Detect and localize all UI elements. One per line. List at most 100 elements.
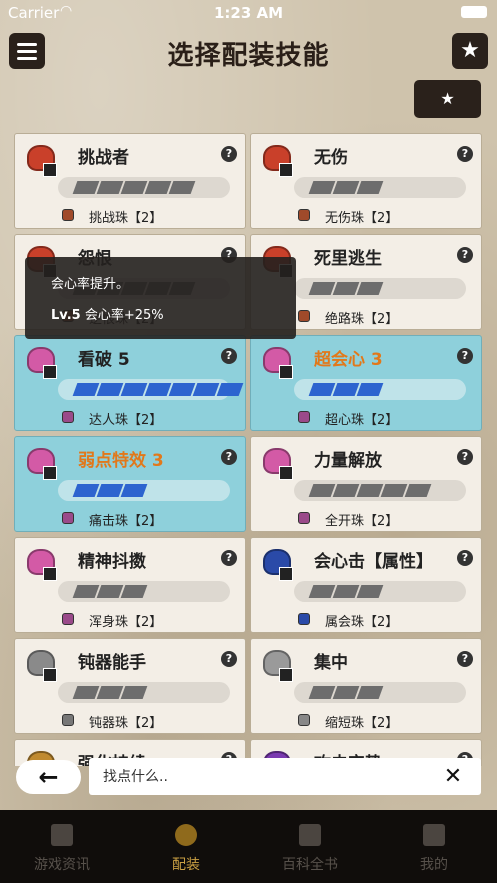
skill-icon	[257, 543, 293, 581]
help-icon[interactable]: ?	[457, 247, 473, 263]
level-segment	[308, 585, 336, 598]
status-time: 1:23 AM	[213, 4, 284, 22]
tab-icon	[51, 824, 73, 846]
level-segment	[120, 585, 148, 598]
level-segment	[120, 686, 148, 699]
level-segment	[120, 383, 148, 396]
skill-card[interactable]: 看破 5? 达人珠【2】	[14, 335, 246, 431]
skill-level-bar	[294, 581, 466, 602]
search-input[interactable]	[89, 758, 481, 795]
jewel-name: 挑战珠【2】	[89, 211, 163, 226]
level-segment	[332, 484, 360, 497]
help-icon[interactable]: ?	[221, 348, 237, 364]
level-segment	[96, 484, 124, 497]
help-icon[interactable]: ?	[457, 348, 473, 364]
level-segment	[332, 383, 360, 396]
skill-icon	[257, 644, 293, 682]
favorites-filter-button[interactable]: ★	[414, 80, 481, 118]
skill-level-bar	[58, 177, 230, 198]
level-segment	[356, 484, 384, 497]
help-icon[interactable]: ?	[457, 449, 473, 465]
skill-level-bar	[294, 177, 466, 198]
skill-level-bar	[58, 682, 230, 703]
level-segment	[356, 282, 384, 295]
level-segment	[168, 181, 196, 194]
skill-name: 弱点特效 3	[78, 451, 164, 471]
tab-item[interactable]: 游戏资讯	[0, 810, 124, 883]
level-segment	[72, 181, 100, 194]
skill-name: 集中	[314, 653, 348, 673]
jewel-icon	[298, 310, 310, 322]
level-segment	[380, 484, 408, 497]
level-segment	[72, 585, 100, 598]
jewel-name: 超心珠【2】	[325, 413, 399, 428]
favorite-star-button[interactable]: ★	[452, 33, 488, 69]
tooltip-level-line: Lv.5 会心率+25%	[51, 304, 270, 323]
skill-card[interactable]: 钝器能手? 钝器珠【2】	[14, 638, 246, 734]
jewel-name: 钝器珠【2】	[89, 716, 163, 731]
skill-level-bar	[294, 480, 466, 501]
skill-level-bar	[294, 379, 466, 400]
help-icon[interactable]: ?	[457, 550, 473, 566]
arrow-left-icon: ←	[38, 763, 59, 791]
skill-icon	[21, 644, 57, 682]
skill-card[interactable]: 会心击【属性】? 属会珠【2】	[250, 537, 482, 633]
jewel-icon	[298, 209, 310, 221]
skill-card[interactable]: 弱点特效 3? 痛击珠【2】	[14, 436, 246, 532]
help-icon[interactable]: ?	[221, 146, 237, 162]
help-icon[interactable]: ?	[221, 651, 237, 667]
skill-icon	[257, 442, 293, 480]
skill-card[interactable]: 超会心 3? 超心珠【2】	[250, 335, 482, 431]
jewel-icon	[62, 613, 74, 625]
status-bar: Carrier ◠ 1:23 AM	[0, 0, 497, 24]
help-icon[interactable]: ?	[221, 550, 237, 566]
skill-name: 力量解放	[314, 451, 382, 471]
skill-card[interactable]: 集中? 缩短珠【2】	[250, 638, 482, 734]
level-segment	[96, 686, 124, 699]
jewel-name: 绝路珠【2】	[325, 312, 399, 327]
tab-item[interactable]: 配装	[124, 810, 248, 883]
skill-card[interactable]: 力量解放? 全开珠【2】	[250, 436, 482, 532]
level-segment	[72, 686, 100, 699]
jewel-name: 缩短珠【2】	[325, 716, 399, 731]
tab-label: 游戏资讯	[34, 857, 90, 873]
tab-item[interactable]: 我的	[372, 810, 496, 883]
level-segment	[332, 181, 360, 194]
level-segment	[216, 383, 244, 396]
jewel-icon	[62, 714, 74, 726]
jewel-icon	[298, 512, 310, 524]
close-icon[interactable]: ✕	[441, 763, 465, 791]
skill-card[interactable]: 精神抖擞? 浑身珠【2】	[14, 537, 246, 633]
skill-level-bar	[294, 278, 466, 299]
skill-icon	[257, 139, 293, 177]
battery-icon	[461, 6, 487, 18]
help-icon[interactable]: ?	[457, 651, 473, 667]
jewel-name: 全开珠【2】	[325, 514, 399, 529]
jewel-name: 痛击珠【2】	[89, 514, 163, 529]
skill-icon	[257, 341, 293, 379]
level-segment	[332, 282, 360, 295]
skill-card[interactable]: 挑战者? 挑战珠【2】	[14, 133, 246, 229]
skill-name: 会心击【属性】	[314, 552, 433, 572]
tab-item[interactable]: 百科全书	[248, 810, 372, 883]
jewel-name: 属会珠【2】	[325, 615, 399, 630]
back-button[interactable]: ←	[16, 760, 81, 794]
skill-card[interactable]: 无伤? 无伤珠【2】	[250, 133, 482, 229]
tooltip-level: Lv.5	[51, 308, 81, 323]
level-segment	[356, 686, 384, 699]
level-segment	[192, 383, 220, 396]
level-segment	[308, 686, 336, 699]
level-segment	[308, 383, 336, 396]
tab-label: 百科全书	[282, 857, 338, 873]
level-segment	[96, 585, 124, 598]
help-icon[interactable]: ?	[457, 146, 473, 162]
skill-icon	[21, 442, 57, 480]
level-segment	[356, 585, 384, 598]
help-icon[interactable]: ?	[221, 449, 237, 465]
skill-icon	[21, 139, 57, 177]
star-icon: ★	[440, 89, 455, 108]
skill-level-bar	[58, 480, 230, 501]
skill-grid: 挑战者?挑战珠【2】无伤?无伤珠【2】怨恨?逆恨珠【2】死里逃生?绝路珠【2】看…	[14, 133, 483, 766]
jewel-icon	[62, 209, 74, 221]
jewel-name: 浑身珠【2】	[89, 615, 163, 630]
